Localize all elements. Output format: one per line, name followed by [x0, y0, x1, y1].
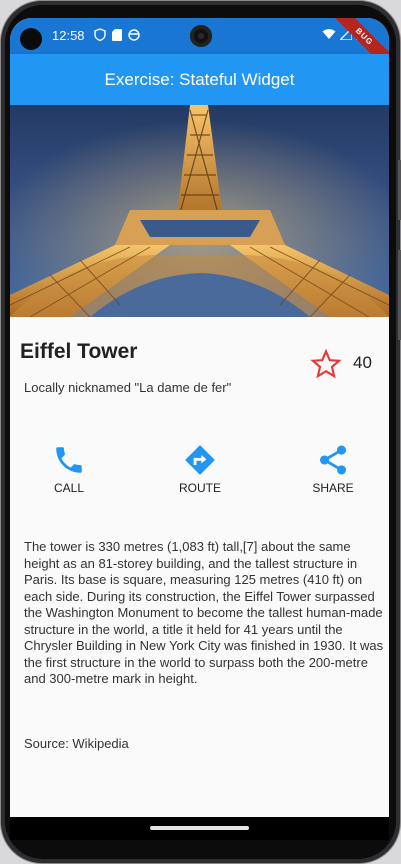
app-bar: Exercise: Stateful Widget [10, 54, 389, 105]
share-icon [319, 445, 347, 475]
directions-icon [185, 445, 215, 475]
screen: 12:58 BUG Exercise: Stateful Widget Eiff… [10, 18, 389, 840]
wifi-icon [322, 28, 336, 39]
status-bar: 12:58 BUG [10, 18, 389, 74]
place-title: Eiffel Tower [20, 340, 138, 363]
front-camera [190, 25, 212, 47]
call-label: CALL [53, 481, 85, 495]
source-text: Source: Wikipedia [24, 736, 129, 751]
place-description: The tower is 330 metres (1,083 ft) tall,… [24, 539, 384, 686]
status-left-icons [94, 28, 140, 41]
route-button[interactable]: ROUTE [160, 443, 240, 495]
route-label: ROUTE [179, 481, 221, 495]
share-button[interactable]: SHARE [293, 443, 373, 495]
sd-card-icon [112, 28, 122, 41]
call-button[interactable]: CALL [29, 443, 109, 495]
gesture-nav-bar [10, 817, 389, 840]
eiffel-tower-photo [10, 105, 389, 317]
face-icon [128, 28, 140, 41]
favorite-count: 40 [353, 353, 372, 372]
place-subtitle: Locally nicknamed "La dame de fer" [24, 380, 232, 395]
share-label: SHARE [312, 481, 354, 495]
home-handle[interactable] [150, 826, 249, 830]
phone-icon [56, 447, 82, 473]
eiffel-tower-illustration [10, 105, 389, 317]
star-outline-icon[interactable] [310, 348, 342, 380]
shield-icon [94, 28, 106, 41]
status-time: 12:58 [52, 28, 85, 43]
app-title: Exercise: Stateful Widget [104, 70, 295, 89]
punch-hole-camera [20, 28, 42, 50]
place-details: Eiffel Tower Locally nicknamed "La dame … [10, 317, 389, 817]
